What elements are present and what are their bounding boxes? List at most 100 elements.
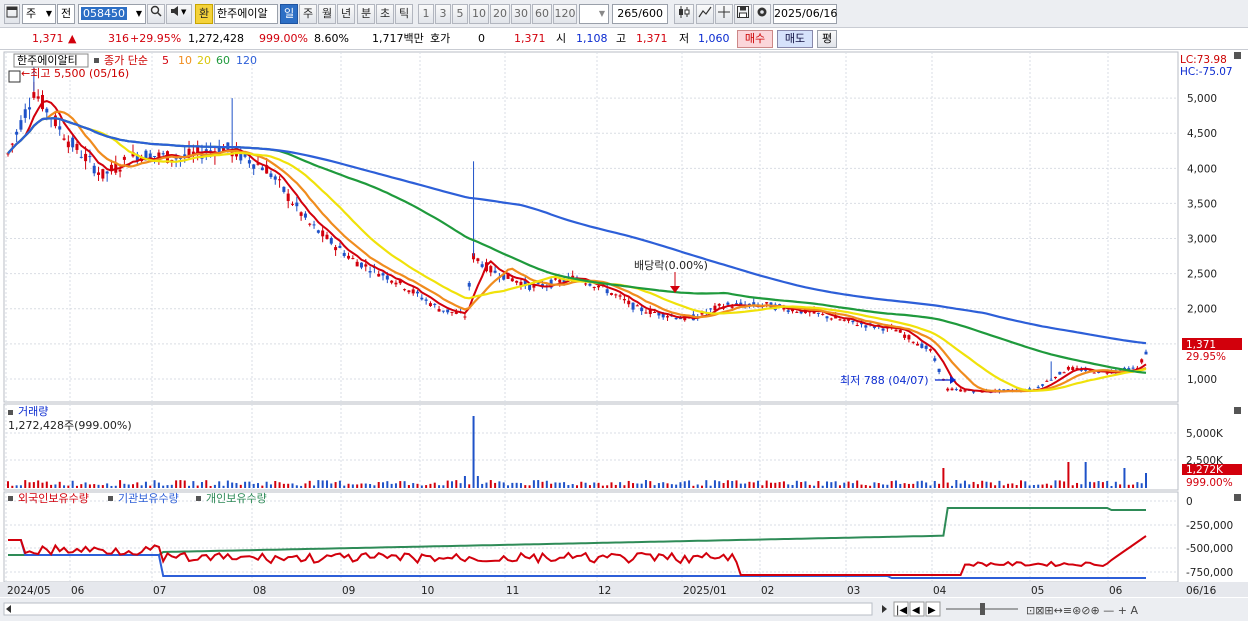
high-label: 고 — [616, 32, 627, 45]
period-second-button[interactable]: 초 — [376, 4, 394, 24]
volume-bar — [636, 483, 639, 488]
stock-code-input[interactable]: 058450 ▼ — [78, 4, 146, 24]
volume-bar — [882, 484, 885, 488]
volume-bar — [968, 484, 971, 488]
horizontal-scrollbar[interactable] — [3, 602, 873, 616]
interval-5-button[interactable]: 5 — [452, 4, 468, 24]
price-panel-close-icon[interactable] — [1234, 52, 1241, 59]
candle-body — [269, 173, 273, 177]
date-field[interactable]: 2025/06/16 — [773, 4, 837, 24]
candle-icon[interactable] — [674, 4, 694, 24]
candle-body — [631, 302, 635, 310]
volume-bar — [1041, 484, 1044, 488]
volume-bar — [718, 481, 721, 488]
candle-body — [105, 171, 109, 174]
stock-chart[interactable]: 5,0004,5004,0003,5003,0002,5002,0001,500… — [0, 50, 1248, 621]
period-year-button[interactable]: 년 — [337, 4, 355, 24]
volume-y-tick: 5,000K — [1186, 428, 1224, 440]
volume-bar — [705, 480, 708, 488]
volume-bar — [425, 485, 428, 488]
candle-body — [407, 290, 411, 293]
volume-bar — [791, 485, 794, 488]
volume-bar — [274, 480, 277, 488]
volume-bar — [601, 485, 604, 488]
volume-bar — [951, 485, 954, 488]
sell-button[interactable]: 매도 — [777, 30, 813, 48]
volume-bar — [200, 482, 203, 488]
draw-line-icon[interactable] — [696, 4, 714, 24]
ma-60-label: 60 — [216, 54, 230, 67]
navigation-controls[interactable]: |◀ ◀ ▶ — [893, 601, 941, 617]
volume-bar — [731, 481, 734, 488]
chart-tools-icons[interactable]: ⊡⊠⊞↔≡⊛⊘⊕ — + A — [1026, 604, 1138, 617]
period-tick-button[interactable]: 틱 — [395, 4, 413, 24]
volume-bar — [123, 483, 126, 488]
window-icon[interactable] — [4, 4, 20, 24]
volume-bar — [356, 484, 359, 488]
buy-button[interactable]: 매수 — [737, 30, 773, 48]
period-week-button[interactable]: 주 — [299, 4, 317, 24]
period-day-button[interactable]: 일 — [280, 4, 298, 24]
volume-bar — [183, 480, 186, 488]
volume-bar — [438, 485, 441, 488]
x-axis-label: 02 — [761, 585, 774, 597]
period-select-value: 주 — [26, 7, 37, 20]
eval-button[interactable]: 평 — [817, 30, 837, 48]
volume-bar — [701, 485, 704, 488]
candle-body — [101, 169, 105, 179]
interval-custom-select[interactable]: ▼ — [579, 4, 609, 24]
interval-3-button[interactable]: 3 — [435, 4, 451, 24]
volume-value: 1,272,428 — [188, 32, 244, 45]
save-icon[interactable] — [734, 4, 752, 24]
change-percent: +29.95% — [130, 32, 182, 45]
interval-30-button[interactable]: 30 — [511, 4, 531, 24]
search-icon[interactable] — [147, 4, 165, 24]
volume-bar — [761, 485, 764, 488]
interval-10-button[interactable]: 10 — [469, 4, 489, 24]
volume-bar — [1028, 485, 1031, 488]
count-input[interactable]: 265/600 — [612, 4, 668, 24]
candle-body — [622, 298, 626, 301]
volume-bar — [925, 482, 928, 488]
volume-bar — [942, 468, 945, 488]
table-icon[interactable] — [8, 70, 21, 83]
volume-bar — [360, 483, 363, 488]
candle-body — [1131, 367, 1135, 369]
period-minute-button[interactable]: 분 — [357, 4, 375, 24]
volume-bar — [1140, 483, 1143, 488]
svg-text:▶: ▶ — [928, 605, 936, 616]
candle-body — [71, 137, 75, 148]
volume-bar — [41, 482, 44, 488]
volume-bar — [364, 483, 367, 488]
interval-60-button[interactable]: 60 — [532, 4, 552, 24]
crosshair-icon[interactable] — [715, 4, 733, 24]
candle-body — [153, 156, 157, 158]
candle-body — [342, 252, 346, 256]
candle-body — [864, 325, 868, 328]
period-select[interactable]: 주 ▼ — [22, 4, 56, 24]
zoom-slider-handle[interactable] — [980, 603, 985, 615]
prev-button[interactable]: 전 — [57, 4, 75, 24]
interval-1-button[interactable]: 1 — [418, 4, 434, 24]
interval-20-button[interactable]: 20 — [490, 4, 510, 24]
volume-bar — [769, 482, 772, 488]
candle-body — [842, 319, 846, 321]
volume-bar — [989, 482, 992, 488]
volume-bar — [136, 482, 139, 488]
candle-body — [23, 109, 27, 118]
volume-bar — [907, 483, 910, 488]
candle-body — [674, 318, 678, 320]
candle-body — [1049, 379, 1053, 381]
candle-body — [928, 349, 932, 351]
volume-bar — [808, 484, 811, 488]
volume-panel-close-icon[interactable] — [1234, 407, 1241, 414]
gear-icon[interactable] — [753, 4, 771, 24]
candle-body — [898, 329, 902, 333]
volume-bar — [563, 482, 566, 488]
volume-bar — [37, 480, 40, 488]
interval-120-button[interactable]: 120 — [553, 4, 577, 24]
holding-panel-close-icon[interactable] — [1234, 494, 1241, 501]
volume-bar — [166, 485, 169, 488]
speaker-icon[interactable]: ▼ — [166, 4, 192, 24]
period-month-button[interactable]: 월 — [318, 4, 336, 24]
